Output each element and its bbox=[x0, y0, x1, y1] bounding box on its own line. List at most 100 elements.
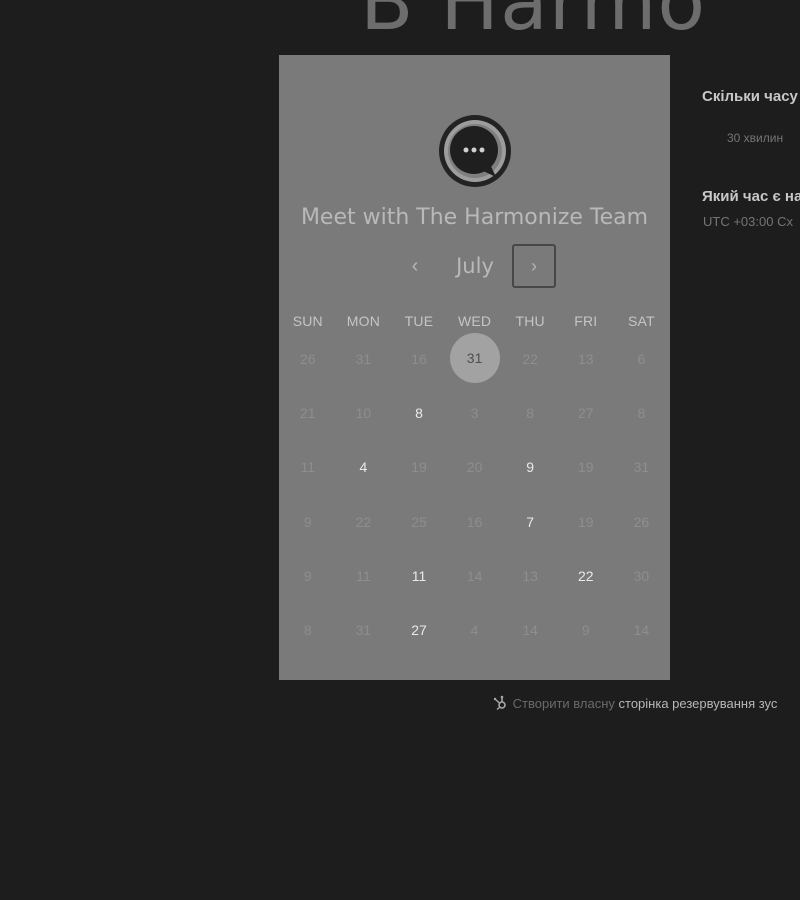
calendar-day: 16 bbox=[391, 332, 447, 386]
calendar-day-number: 10 bbox=[355, 405, 372, 422]
calendar-day-number: 25 bbox=[411, 513, 427, 530]
calendar-day-number: 31 bbox=[355, 622, 372, 639]
calendar-day-number: 30 bbox=[633, 567, 650, 584]
weekday-label: WED bbox=[457, 313, 492, 329]
calendar-day: 16 bbox=[447, 495, 503, 549]
calendar-day[interactable]: 11 bbox=[391, 549, 447, 603]
calendar-day: 19 bbox=[558, 440, 614, 494]
calendar-day: 13 bbox=[558, 332, 614, 386]
calendar-day[interactable]: 27 bbox=[391, 603, 447, 657]
calendar-day-number: 8 bbox=[526, 405, 535, 422]
calendar-day-number: 31 bbox=[466, 350, 483, 367]
calendar-day-number: 9 bbox=[581, 622, 590, 639]
calendar-day: 19 bbox=[391, 440, 447, 494]
calendar-day-number: 13 bbox=[522, 567, 538, 584]
calendar-day: 11 bbox=[280, 440, 336, 494]
previous-month-button[interactable]: ‹ bbox=[403, 252, 427, 280]
calendar-day[interactable]: 31 bbox=[447, 332, 503, 386]
calendar-day: 31 bbox=[614, 440, 670, 494]
calendar-day-number: 16 bbox=[411, 351, 427, 368]
calendar-day-number: 8 bbox=[415, 405, 423, 422]
calendar-day-number: 14 bbox=[522, 622, 538, 639]
calendar-day-number: 16 bbox=[466, 513, 483, 530]
timezone-selector[interactable]: UTC +03:00 Сх bbox=[703, 214, 793, 229]
time-heading: Який час є на bbox=[702, 188, 800, 205]
calendar-day-number: 27 bbox=[411, 622, 427, 639]
calendar-day-number: 9 bbox=[303, 513, 312, 530]
duration-heading: Скільки часу bbox=[702, 88, 798, 105]
footer-attribution: Створити власну сторінка резервування зу… bbox=[493, 695, 800, 715]
month-label: July bbox=[456, 254, 494, 278]
calendar-day-number: 31 bbox=[633, 459, 650, 476]
calendar-day: 8 bbox=[280, 603, 336, 657]
meeting-title: Meet with The Harmonize Team bbox=[300, 205, 649, 230]
calendar-day-number: 26 bbox=[300, 351, 316, 368]
calendar-day: 14 bbox=[447, 549, 503, 603]
weekday-label: TUE bbox=[404, 313, 434, 329]
calendar-day-number: 31 bbox=[355, 351, 372, 368]
calendar-day-number: 20 bbox=[466, 459, 483, 476]
calendar-day: 30 bbox=[614, 549, 670, 603]
calendar-day-number: 9 bbox=[526, 459, 535, 476]
calendar-day: 9 bbox=[558, 603, 614, 657]
next-month-button[interactable]: › bbox=[512, 244, 556, 288]
calendar-day: 3 bbox=[447, 386, 503, 440]
footer-prefix: Створити власну bbox=[512, 696, 615, 711]
chevron-right-icon: › bbox=[531, 256, 537, 276]
calendar-day[interactable]: 7 bbox=[502, 495, 558, 549]
duration-option-30-min[interactable]: 30 хвилин bbox=[727, 131, 783, 145]
calendar-day-number: 9 bbox=[303, 567, 312, 584]
weekday-header: SUN MON TUE WED THU FRI SAT bbox=[280, 313, 670, 329]
calendar-day: 14 bbox=[614, 603, 670, 657]
calendar-day: 13 bbox=[502, 549, 558, 603]
calendar-day-number: 22 bbox=[355, 513, 372, 530]
calendar-day: 8 bbox=[502, 386, 558, 440]
calendar-day-number: 22 bbox=[577, 567, 594, 584]
chevron-left-icon: ‹ bbox=[411, 255, 419, 277]
weekday-label: THU bbox=[515, 313, 545, 329]
calendar-day[interactable]: 8 bbox=[391, 386, 447, 440]
weekday-label: FRI bbox=[574, 313, 598, 329]
calendar-day: 8 bbox=[614, 386, 670, 440]
calendar-day: 22 bbox=[502, 332, 558, 386]
calendar-day-number: 6 bbox=[637, 351, 646, 368]
calendar-day: 26 bbox=[614, 495, 670, 549]
calendar-day[interactable]: 9 bbox=[502, 440, 558, 494]
page-header-title: B Harmo bbox=[360, 0, 707, 48]
create-booking-page-link[interactable]: сторінка резервування зус bbox=[619, 696, 778, 711]
calendar-day: 9 bbox=[280, 549, 336, 603]
calendar-day-number: 11 bbox=[411, 567, 427, 584]
calendar-day: 22 bbox=[336, 495, 392, 549]
calendar-day: 11 bbox=[336, 549, 392, 603]
calendar-day-number: 26 bbox=[633, 513, 650, 530]
month-navigation: ‹ July › bbox=[279, 244, 670, 288]
calendar-day: 19 bbox=[558, 495, 614, 549]
calendar-day: 20 bbox=[447, 440, 503, 494]
calendar-day-number: 8 bbox=[637, 405, 646, 422]
calendar-day-number: 19 bbox=[577, 459, 594, 476]
calendar-day-number: 27 bbox=[577, 405, 594, 422]
calendar-day-number: 4 bbox=[359, 459, 368, 476]
calendar-day-number: 14 bbox=[466, 567, 483, 584]
calendar-day: 21 bbox=[280, 386, 336, 440]
calendar-day-number: 14 bbox=[633, 622, 650, 639]
calendar-day: 25 bbox=[391, 495, 447, 549]
chat-bubble-icon bbox=[439, 115, 511, 187]
calendar-days-grid: 26 31 16 31 22 13 6 21 10 8 3 8 27 8 11 4 19 20 9 19 31 9 22 25… bbox=[280, 332, 670, 657]
calendar-day-number: 13 bbox=[577, 351, 594, 368]
calendar-day-number: 21 bbox=[300, 405, 316, 422]
calendar-day: 31 bbox=[336, 332, 392, 386]
weekday-label: MON bbox=[346, 313, 381, 329]
calendar-day: 6 bbox=[614, 332, 670, 386]
hubspot-sprocket-icon bbox=[493, 695, 506, 711]
calendar-day: 31 bbox=[336, 603, 392, 657]
calendar-day[interactable]: 4 bbox=[336, 440, 392, 494]
calendar-day-number: 4 bbox=[470, 622, 479, 639]
weekday-label: SUN bbox=[292, 313, 323, 329]
weekday-label: SAT bbox=[627, 313, 655, 329]
calendar-day-number: 11 bbox=[300, 459, 316, 476]
calendar-day-number: 19 bbox=[411, 459, 427, 476]
calendar-day[interactable]: 22 bbox=[558, 549, 614, 603]
calendar-day-number: 22 bbox=[522, 351, 538, 368]
calendar-day-number: 19 bbox=[577, 513, 594, 530]
